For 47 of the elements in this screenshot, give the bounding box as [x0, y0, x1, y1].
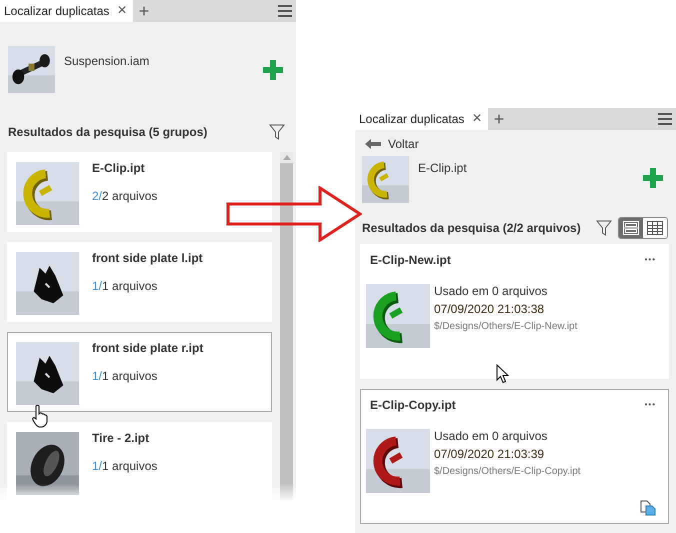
date-text: 07/09/2020 21:03:38	[434, 301, 546, 318]
results-heading: Resultados da pesquisa (2/2 arquivos)	[362, 220, 581, 237]
file-card[interactable]: E-Clip-Copy.ipt ••• Usado em 0 arquivos 07/09/2020 21:03:39 $/Designs/Others/E-Clip-Copy.ipt	[360, 389, 669, 524]
results-heading: Resultados da pesquisa (5 grupos)	[8, 124, 208, 141]
file-count: 1/1 arquivos	[92, 278, 158, 295]
card-title: front side plate r.ipt	[92, 340, 204, 357]
card-title: E-Clip-Copy.ipt	[370, 397, 456, 414]
card-title: Tire - 2.ipt	[92, 430, 150, 447]
add-tab-icon[interactable]: +	[132, 0, 156, 22]
card-title: E-Clip.ipt	[92, 160, 146, 177]
plus-icon[interactable]	[263, 60, 283, 80]
pointer-cursor-icon	[496, 364, 510, 384]
card-title: front side plate l.ipt	[92, 250, 203, 267]
file-card[interactable]: E-Clip-New.ipt ••• Usado em 0 arquivos 07/09/2020 21:03:38 $/Designs/Others/E-Clip-New.ipt	[360, 244, 669, 379]
card-title: E-Clip-New.ipt	[370, 252, 451, 269]
result-card[interactable]: front side plate l.ipt 1/1 arquivos	[7, 242, 272, 322]
grid-icon	[647, 221, 663, 235]
close-icon[interactable]: ×	[117, 3, 127, 19]
filter-icon[interactable]	[269, 124, 285, 140]
panel-tab[interactable]: Localizar duplicatas ×	[355, 108, 488, 130]
hand-cursor-icon	[31, 404, 49, 428]
list-view-button[interactable]	[619, 218, 643, 238]
back-arrow-icon	[365, 139, 381, 149]
file-count: 1/1 arquivos	[92, 458, 158, 475]
file-count: 1/1 arquivos	[92, 368, 158, 385]
file-count: 2/2 arquivos	[92, 188, 158, 205]
add-tab-icon[interactable]: +	[488, 108, 510, 130]
result-card[interactable]: E-Clip.ipt 2/2 arquivos	[7, 152, 272, 232]
plus-icon[interactable]	[643, 168, 663, 188]
back-link[interactable]: Voltar	[355, 132, 676, 156]
menu-icon[interactable]	[658, 112, 672, 126]
more-button[interactable]: •••	[644, 256, 656, 264]
list-icon	[623, 221, 639, 235]
usage-text: Usado em 0 arquivos	[434, 428, 548, 445]
result-card[interactable]: front side plate r.ipt 1/1 arquivos	[7, 332, 272, 412]
usage-text: Usado em 0 arquivos	[434, 283, 548, 300]
close-icon[interactable]: ×	[472, 111, 482, 127]
filter-icon[interactable]	[596, 220, 612, 236]
menu-icon[interactable]	[278, 4, 292, 18]
more-button[interactable]: •••	[644, 401, 656, 409]
file-path: $/Designs/Others/E-Clip-Copy.ipt	[434, 465, 581, 479]
file-path: $/Designs/Others/E-Clip-New.ipt	[434, 320, 578, 334]
date-text: 07/09/2020 21:03:39	[434, 446, 546, 463]
panel-tab[interactable]: Localizar duplicatas ×	[0, 0, 133, 22]
file-name: Suspension.iam	[64, 53, 150, 70]
file-name: E-Clip.ipt	[418, 160, 467, 177]
grid-view-button[interactable]	[643, 218, 667, 238]
